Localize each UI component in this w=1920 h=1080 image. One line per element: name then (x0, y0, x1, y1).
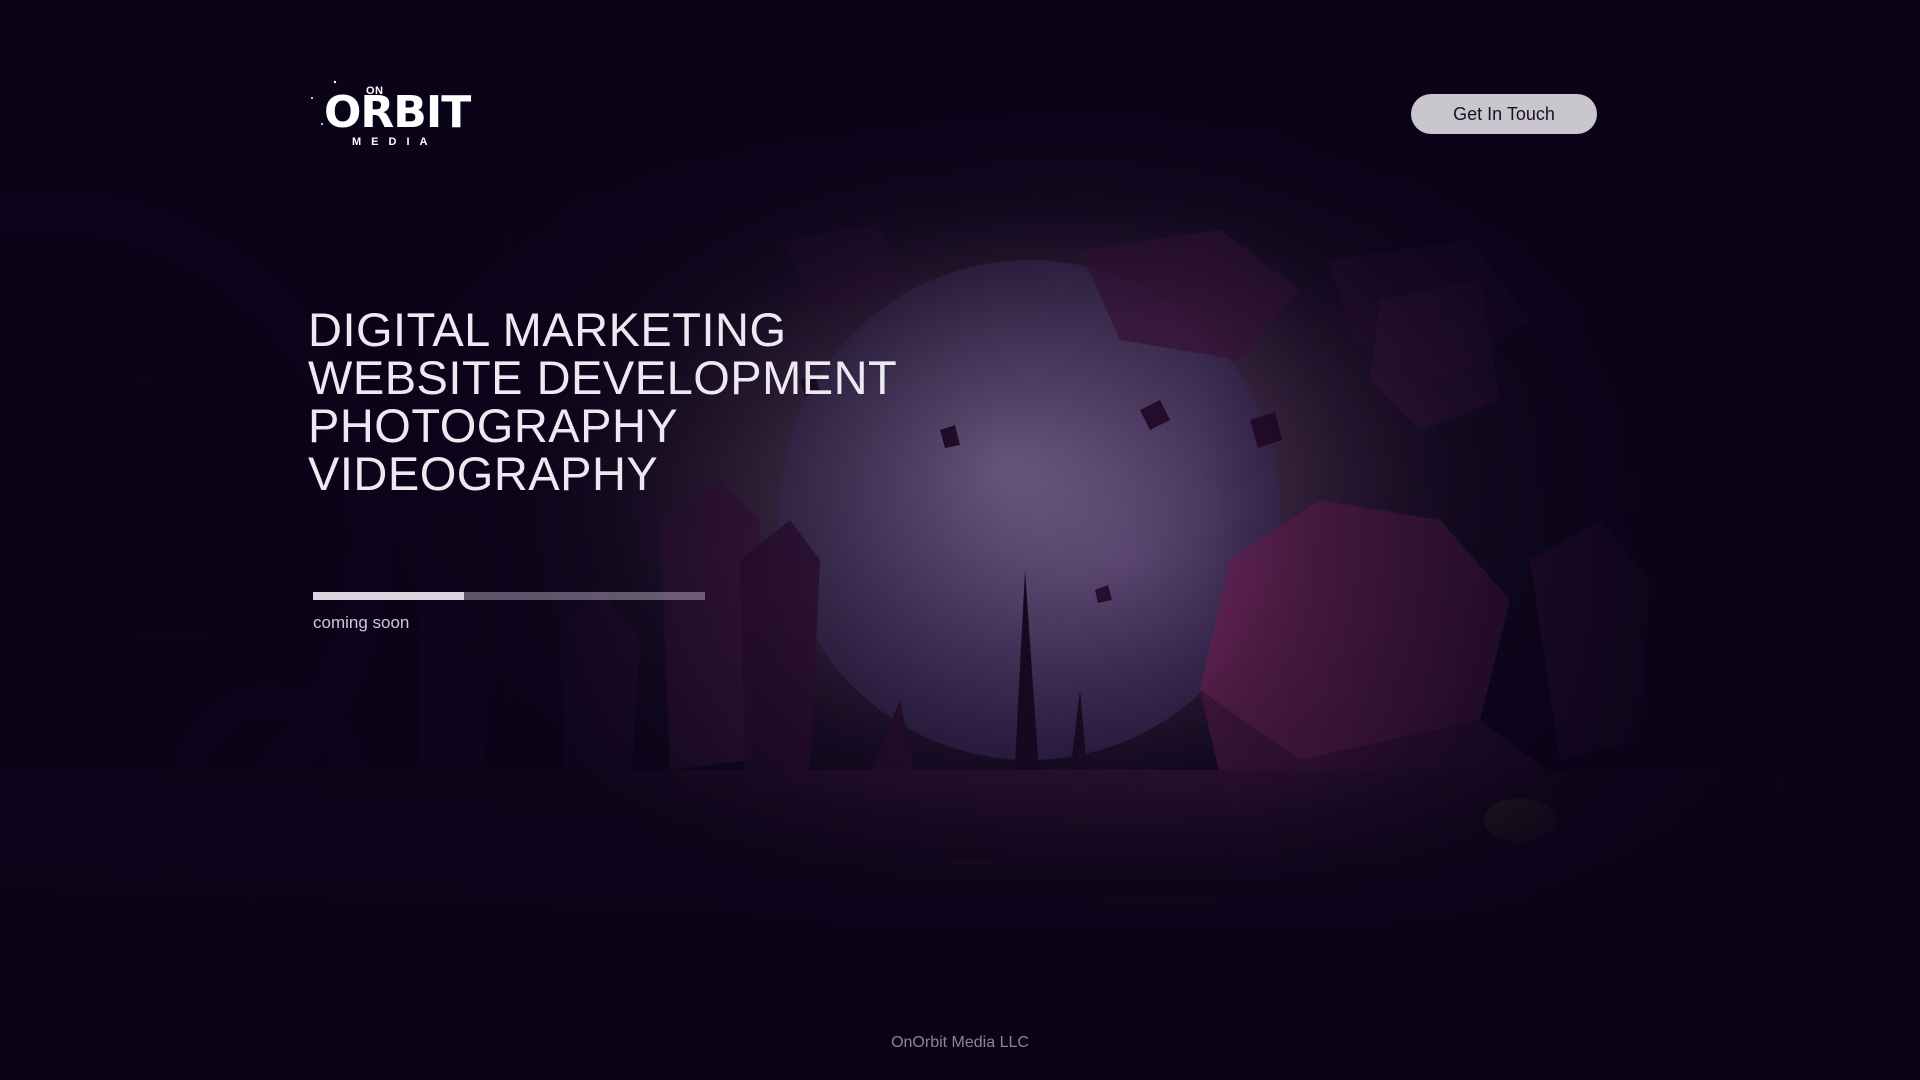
launch-progress-fill (313, 592, 464, 600)
service-item-videography: VIDEOGRAPHY (308, 447, 659, 500)
footer-copyright: OnOrbit Media LLC (891, 1034, 1029, 1051)
logo-main-text: ORBIT (324, 87, 471, 138)
get-in-touch-button[interactable]: Get In Touch (1411, 94, 1597, 134)
service-item-photography: PHOTOGRAPHY (308, 399, 679, 452)
services-list: DIGITAL MARKETING WEBSITE DEVELOPMENT PH… (308, 306, 897, 498)
landing-page: ON ORBIT MEDIA Get In Touch DIGITAL MARK… (0, 0, 1920, 1080)
coming-soon-text: coming soon (313, 613, 410, 632)
service-item-website-development: WEBSITE DEVELOPMENT (308, 351, 898, 404)
background-illustration (0, 0, 1920, 1080)
logo-sub-text: MEDIA (352, 136, 438, 148)
service-item-digital-marketing: DIGITAL MARKETING (308, 303, 787, 356)
brand-logo[interactable]: ON ORBIT MEDIA (310, 78, 480, 150)
launch-progress-bar (313, 592, 705, 600)
